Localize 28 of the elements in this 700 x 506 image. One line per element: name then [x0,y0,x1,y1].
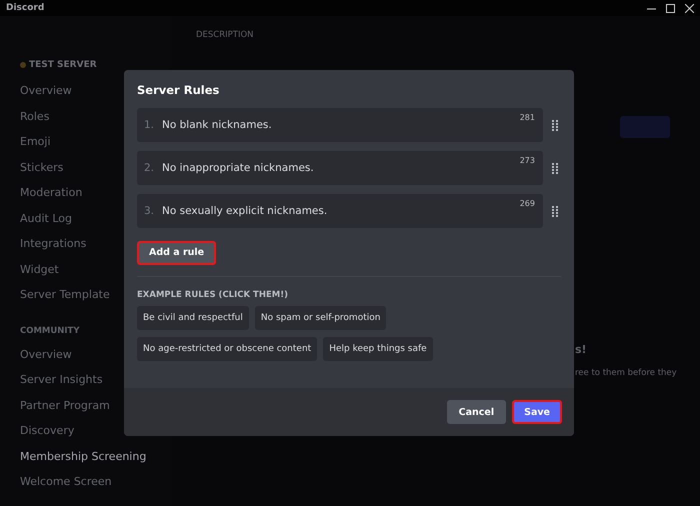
text-fragment: ree to them before they [575,368,677,378]
section-heading: COMMUNITY [20,326,81,336]
rule-field[interactable]: 3. No sexually explicit nicknames. 269 [137,194,543,228]
close-icon[interactable] [685,4,694,12]
drag-handle-icon[interactable] [552,162,558,174]
heading-fragment: s! [575,343,587,356]
drag-handle-icon[interactable] [552,206,558,216]
cancel-button[interactable]: Cancel [446,400,506,424]
sidebar-item[interactable]: Welcome Screen [20,469,170,494]
field-label: DESCRIPTION [196,30,254,40]
drag-handle-icon[interactable] [552,120,558,130]
add-rule-button[interactable]: Add a rule [137,240,216,264]
modal-title: Server Rules [137,83,220,97]
window-title: Discord [6,3,44,13]
server-name: TEST SERVER [20,60,170,70]
rule-field[interactable]: 1. No blank nicknames. 281 [137,108,543,142]
sidebar-item[interactable]: Membership Screening [20,444,170,469]
rule-field[interactable]: 2. No inappropriate nicknames. 273 [137,151,543,185]
section-label: EXAMPLE RULES (CLICK THEM!) [137,290,289,300]
example-rule-chip[interactable]: No age-restricted or obscene content [137,336,318,360]
example-rule-chip[interactable]: Help keep things safe [323,336,433,360]
save-button[interactable]: Save [512,400,562,424]
character-count: 269 [520,199,535,208]
character-count: 273 [520,156,535,165]
example-rule-chip[interactable]: No spam or self-promotion [254,306,386,330]
character-count: 281 [520,113,535,122]
example-rule-chip[interactable]: Be civil and respectful [137,306,249,330]
maximize-icon[interactable] [666,4,675,12]
